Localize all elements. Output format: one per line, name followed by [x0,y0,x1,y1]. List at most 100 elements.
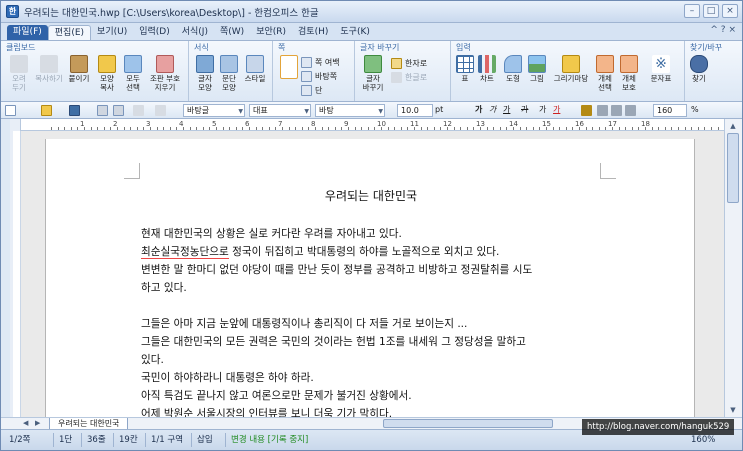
minimize-button[interactable]: – [684,4,700,18]
strikethrough-button[interactable]: 가 [521,104,528,117]
page-icon [280,55,298,79]
status-zoom[interactable]: 160% [691,433,715,447]
superscript-button[interactable]: 가 [539,104,546,117]
ruler-tick [321,127,323,130]
maximize-button[interactable]: □ [703,4,719,18]
ruler-tick [400,127,402,130]
menu-view[interactable]: 보기(U) [91,25,133,40]
menu-review[interactable]: 검토(H) [292,25,334,40]
italic-button[interactable]: 가 [489,104,496,117]
style-button[interactable]: 스타일 [243,55,267,83]
table-icon [456,55,474,73]
menu-file[interactable]: 파일(F) [7,25,48,40]
cut-button[interactable]: 오려 두기 [7,55,31,92]
tab-prev-icon[interactable]: ◀ [23,419,28,427]
ruler-tick [242,127,244,130]
ruler-tick [552,127,554,130]
ruler-tick [51,127,52,130]
document-page[interactable]: 우려되는 대한민국 현재 대한민국의 상황은 실로 커다란 우려를 자아내고 있… [45,139,695,429]
picture-button[interactable]: 그림 [525,55,549,83]
status-section: 1단 [53,433,72,447]
vertical-scrollbar[interactable]: ▲ ▼ [724,119,742,417]
picture-icon [528,55,546,73]
font-color-button[interactable]: 가 [553,104,560,117]
save-icon[interactable] [69,105,80,116]
menu-tools[interactable]: 도구(K) [334,25,376,40]
text-convert-icon [364,55,382,73]
menu-insert[interactable]: 입력(D) [133,25,176,40]
status-page[interactable]: 1/2쪽 [9,433,31,447]
select-all-button[interactable]: 모두 선택 [121,55,145,92]
chevron-down-icon: ▼ [378,108,383,115]
ruler-tick [486,127,488,130]
hangul-icon [391,72,402,83]
style-select[interactable]: 대표 ▼ [249,104,311,117]
tab-next-icon[interactable]: ▶ [35,419,40,427]
page-setup-button[interactable] [277,55,301,79]
para-shape-button[interactable]: 문단 모양 [217,55,241,92]
redo-icon[interactable] [155,105,166,116]
char-change-button[interactable]: 글자 바꾸기 [361,55,385,92]
scroll-up-icon[interactable]: ▲ [727,120,739,132]
ruler-tick [612,127,613,130]
menu-page[interactable]: 쪽(W) [214,25,250,40]
ruler-tick [532,127,534,130]
object-select-icon [596,55,614,73]
ruler-tick [84,127,85,130]
ruler-tick [387,127,389,130]
clear-markup-button[interactable]: 조판 부호 지우기 [150,55,180,92]
page-margin-button[interactable]: 쪽 여백 [301,57,340,68]
chart-button[interactable]: 차트 [475,55,499,83]
highlight-color-icon[interactable] [581,105,592,116]
bold-button[interactable]: 가 [475,104,482,117]
vertical-ruler[interactable] [13,131,21,417]
to-hanja-button[interactable]: 한자로 [391,58,427,69]
font-size-input[interactable]: 10.0 [397,104,433,117]
ruler-tick [414,127,415,130]
close-button[interactable]: × [722,4,738,18]
status-insert-mode[interactable]: 삽입 [191,433,213,447]
menu-format[interactable]: 서식(J) [176,25,214,40]
align-right-icon[interactable] [625,105,636,116]
new-document-icon[interactable] [5,105,16,116]
undo-icon[interactable] [133,105,144,116]
drawing-gallery-button[interactable]: 그리기마당 [553,55,589,83]
scroll-down-icon[interactable]: ▼ [727,404,739,416]
ruler-tick [651,127,653,130]
ruler-tick [704,127,706,130]
find-button[interactable]: 찾기 [687,55,711,83]
print-icon[interactable] [97,105,108,116]
font-size-unit[interactable]: pt [435,104,443,117]
copy-button[interactable]: 복사하기 [35,55,63,83]
symbol-button[interactable]: ※ 문자표 [649,55,673,83]
hwp-app-icon[interactable]: 한 [6,5,19,18]
columns-button[interactable]: 단 [301,85,322,96]
preview-icon[interactable] [113,105,124,116]
spell-error: 최순실국정농단으로 [141,246,229,259]
language-select[interactable]: 바탕글 ▼ [183,104,245,117]
menu-security[interactable]: 보안(R) [250,25,292,40]
to-hangul-button[interactable]: 한글로 [391,72,427,83]
align-left-icon[interactable] [597,105,608,116]
scroll-thumb[interactable] [727,133,739,203]
background-page-button[interactable]: 바탕쪽 [301,71,337,82]
format-copy-button[interactable]: 모양 복사 [95,55,119,92]
underline-button[interactable]: 가 [503,104,510,117]
page-margin-icon [301,57,312,68]
ribbon-controls[interactable]: ^ ? × [710,25,736,35]
status-track-changes[interactable]: 변경 내용 [기록 중지] [225,433,308,447]
open-folder-icon[interactable] [41,105,52,116]
select-all-icon [124,55,142,73]
zoom-input[interactable]: 160 [653,104,687,117]
horizontal-scroll-thumb[interactable] [383,419,553,428]
paste-button[interactable]: 붙이기 [67,55,91,83]
document-workspace[interactable]: 우려되는 대한민국 현재 대한민국의 상황은 실로 커다란 우려를 자아내고 있… [21,131,724,429]
ribbon: 클립보드 오려 두기 복사하기 붙이기 모양 복사 모두 선택 조판 부호 지우… [1,40,742,102]
menu-edit[interactable]: 편집(E) [47,25,92,40]
font-select[interactable]: 바탕 ▼ [315,104,385,117]
object-protect-button[interactable]: 개체 보호 [617,55,641,92]
ruler-tick [579,127,580,130]
align-center-icon[interactable] [611,105,622,116]
horizontal-ruler[interactable]: 1 2 3 4 5 6 7 8 9 10 11 12 13 14 15 16 17 18 [21,119,724,131]
ruler-tick [664,127,666,130]
